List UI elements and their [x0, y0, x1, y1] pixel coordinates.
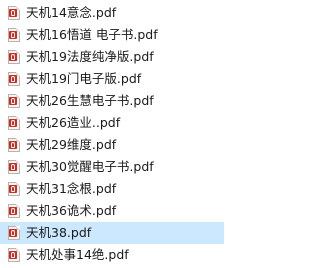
pdf-file-icon	[8, 182, 20, 196]
file-name: 天机19法度纯净版.pdf	[26, 49, 154, 64]
file-name: 天机31念根.pdf	[26, 181, 117, 196]
file-item[interactable]: 天机36诡术.pdf	[0, 200, 224, 222]
file-name: 天机29维度.pdf	[26, 137, 117, 152]
file-list: 天机14意念.pdf 天机16悟道 电子书.pdf 天机19法度纯净版.pdf …	[0, 2, 224, 266]
file-name: 天机19门电子版.pdf	[26, 71, 142, 86]
file-item[interactable]: 天机29维度.pdf	[0, 134, 224, 156]
file-name: 天机处事14绝.pdf	[26, 247, 129, 262]
file-item[interactable]: 天机26生慧电子书.pdf	[0, 90, 224, 112]
file-name: 天机38.pdf	[26, 225, 92, 240]
file-name: 天机36诡术.pdf	[26, 203, 117, 218]
file-item[interactable]: 天机30觉醒电子书.pdf	[0, 156, 224, 178]
pdf-file-icon	[8, 28, 20, 42]
file-name: 天机30觉醒电子书.pdf	[26, 159, 154, 174]
file-item[interactable]: 天机16悟道 电子书.pdf	[0, 24, 224, 46]
pdf-file-icon	[8, 116, 20, 130]
file-item[interactable]: 天机19门电子版.pdf	[0, 68, 224, 90]
pdf-file-icon	[8, 226, 20, 240]
pdf-file-icon	[8, 248, 20, 262]
file-item[interactable]: 天机38.pdf	[0, 222, 224, 244]
file-name: 天机26生慧电子书.pdf	[26, 93, 154, 108]
pdf-file-icon	[8, 94, 20, 108]
file-item[interactable]: 天机14意念.pdf	[0, 2, 224, 24]
pdf-file-icon	[8, 160, 20, 174]
file-name: 天机26造业..pdf	[26, 115, 121, 130]
pdf-file-icon	[8, 72, 20, 86]
pdf-file-icon	[8, 50, 20, 64]
file-item[interactable]: 天机19法度纯净版.pdf	[0, 46, 224, 68]
file-item[interactable]: 天机31念根.pdf	[0, 178, 224, 200]
file-name: 天机14意念.pdf	[26, 5, 117, 20]
file-name: 天机16悟道 电子书.pdf	[26, 27, 158, 42]
pdf-file-icon	[8, 138, 20, 152]
pdf-file-icon	[8, 204, 20, 218]
pdf-file-icon	[8, 6, 20, 20]
file-item[interactable]: 天机处事14绝.pdf	[0, 244, 224, 266]
file-item[interactable]: 天机26造业..pdf	[0, 112, 224, 134]
